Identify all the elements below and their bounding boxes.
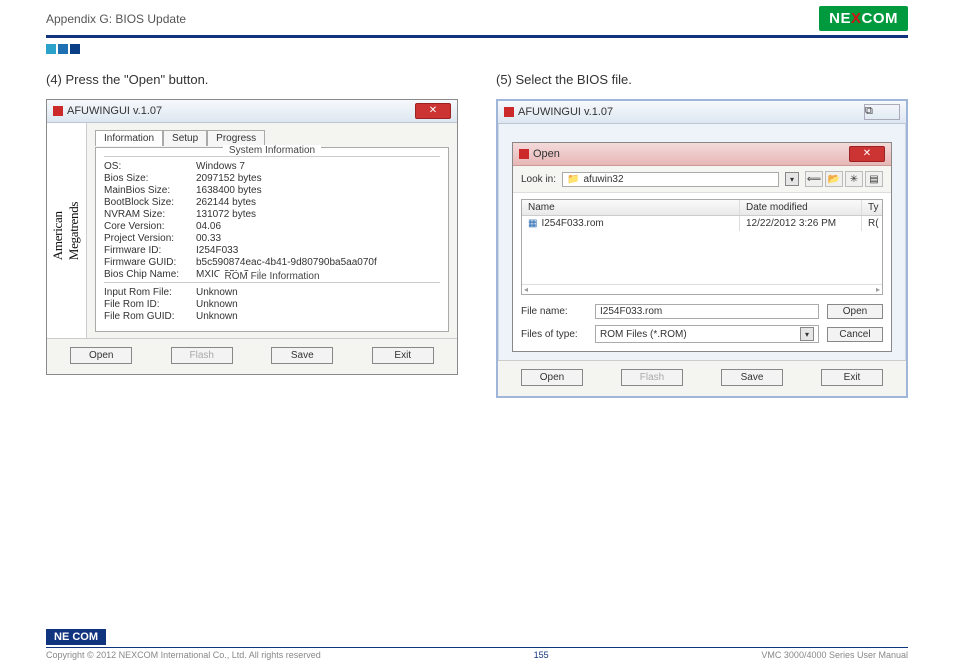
row-file-rom-id: File Rom ID:Unknown xyxy=(104,299,440,310)
save-button[interactable]: Save xyxy=(271,347,333,364)
afuwingui-window-bg: AFUWINGUI v.1.07 ⧉ Open ✕ Look in: xyxy=(496,99,908,398)
exit-button[interactable]: Exit xyxy=(372,347,434,364)
file-list: Name Date modified Ty ▦ I254F033.rom 12/2… xyxy=(521,199,883,295)
logo-post: COM xyxy=(862,10,899,27)
exit-button[interactable]: Exit xyxy=(821,369,883,386)
page-header: Appendix G: BIOS Update NEXCOM xyxy=(0,0,954,35)
nexcom-logo: NEXCOM xyxy=(819,6,908,31)
open-button[interactable]: Open xyxy=(827,304,883,319)
row-nvram: NVRAM Size:131072 bytes xyxy=(104,209,440,220)
app-icon xyxy=(519,149,529,159)
filetype-label: Files of type: xyxy=(521,329,587,340)
afuwingui-window: AFUWINGUI v.1.07 ✕ AmericanMegatrends In… xyxy=(46,99,458,375)
row-bootblock: BootBlock Size:262144 bytes xyxy=(104,197,440,208)
cancel-button[interactable]: Cancel xyxy=(827,327,883,342)
step-5-text: (5) Select the BIOS file. xyxy=(496,72,908,87)
open-dialog-title: Open xyxy=(533,148,560,160)
titlebar: AFUWINGUI v.1.07 ✕ xyxy=(47,100,457,123)
row-proj-ver: Project Version:00.33 xyxy=(104,233,440,244)
row-os: OS:Windows 7 xyxy=(104,161,440,172)
row-input-rom: Input Rom File:Unknown xyxy=(104,287,440,298)
window-title: AFUWINGUI v.1.07 xyxy=(67,105,162,117)
step-4-text: (4) Press the "Open" button. xyxy=(46,72,458,87)
lookin-row: Look in: 📁 afuwin32 ▾ ⟸ 📂 ✳ ▤ xyxy=(513,166,891,193)
filename-input[interactable]: I254F033.rom xyxy=(595,304,819,319)
tab-strip: Information Setup Progress xyxy=(95,129,449,145)
open-button[interactable]: Open xyxy=(70,347,132,364)
close-icon[interactable]: ✕ xyxy=(415,103,451,119)
content: (4) Press the "Open" button. AFUWINGUI v… xyxy=(0,54,954,398)
toolbar-icons: ⟸ 📂 ✳ ▤ xyxy=(805,171,883,187)
back-icon[interactable]: ⟸ xyxy=(805,171,823,187)
col-name[interactable]: Name xyxy=(522,200,740,215)
row-firmware-id: Firmware ID:I254F033 xyxy=(104,245,440,256)
file-name: I254F033.rom xyxy=(541,218,603,229)
manual-name: VMC 3000/4000 Series User Manual xyxy=(761,650,908,660)
save-button[interactable]: Save xyxy=(721,369,783,386)
button-row-bg: Open Flash Save Exit xyxy=(498,360,906,396)
tab-setup[interactable]: Setup xyxy=(163,130,207,146)
app-icon xyxy=(53,106,63,116)
file-date: 12/22/2012 3:26 PM xyxy=(740,216,862,231)
group-rominfo: ROM File Information xyxy=(104,282,440,283)
lookin-select[interactable]: 📁 afuwin32 xyxy=(562,172,779,187)
left-column: (4) Press the "Open" button. AFUWINGUI v… xyxy=(46,72,458,398)
views-icon[interactable]: ▤ xyxy=(865,171,883,187)
filename-row: File name: I254F033.rom Open xyxy=(513,301,891,322)
window-title: AFUWINGUI v.1.07 xyxy=(518,106,613,118)
footer-logo: NE COM xyxy=(46,629,106,645)
tab-information[interactable]: Information xyxy=(95,130,163,146)
col-type[interactable]: Ty xyxy=(862,200,882,215)
row-file-rom-guid: File Rom GUID:Unknown xyxy=(104,311,440,322)
filetype-row: Files of type: ROM Files (*.ROM) ▾ Cance… xyxy=(513,322,891,351)
open-dialog-titlebar: Open ✕ xyxy=(513,143,891,166)
up-folder-icon[interactable]: 📂 xyxy=(825,171,843,187)
row-firmware-guid: Firmware GUID:b5c590874eac-4b41-9d80790b… xyxy=(104,257,440,268)
window-control[interactable]: ⧉ xyxy=(864,104,900,120)
filename-label: File name: xyxy=(521,306,587,317)
page-number: 155 xyxy=(534,650,549,660)
logo-mid: X xyxy=(851,10,862,27)
copyright: Copyright © 2012 NEXCOM International Co… xyxy=(46,650,321,660)
file-list-header: Name Date modified Ty xyxy=(522,200,882,216)
right-column: (5) Select the BIOS file. AFUWINGUI v.1.… xyxy=(496,72,908,398)
row-mainbios: MainBios Size:1638400 bytes xyxy=(104,185,440,196)
chevron-down-icon[interactable]: ▾ xyxy=(800,327,814,341)
flash-button[interactable]: Flash xyxy=(171,347,233,364)
logo-pre: NE xyxy=(829,10,851,27)
file-row[interactable]: ▦ I254F033.rom 12/22/2012 3:26 PM R( xyxy=(522,216,882,231)
header-rule xyxy=(46,35,908,38)
open-button[interactable]: Open xyxy=(521,369,583,386)
flash-button[interactable]: Flash xyxy=(621,369,683,386)
open-dialog: Open ✕ Look in: 📁 afuwin32 ▾ ⟸ � xyxy=(512,142,892,352)
lookin-label: Look in: xyxy=(521,174,556,185)
info-panel: System Information OS:Windows 7 Bios Siz… xyxy=(95,147,449,332)
row-core-ver: Core Version:04.06 xyxy=(104,221,440,232)
decor-squares xyxy=(46,44,954,54)
file-icon: ▦ xyxy=(528,218,537,229)
page-footer: NE COM Copyright © 2012 NEXCOM Internati… xyxy=(46,629,908,660)
tab-progress[interactable]: Progress xyxy=(207,130,265,146)
filetype-select[interactable]: ROM Files (*.ROM) ▾ xyxy=(595,325,819,343)
folder-icon: 📁 xyxy=(567,174,579,185)
close-icon[interactable]: ✕ xyxy=(849,146,885,162)
row-bios-size: Bios Size:2097152 bytes xyxy=(104,173,440,184)
app-icon xyxy=(504,107,514,117)
file-list-body[interactable]: ▦ I254F033.rom 12/22/2012 3:26 PM R( xyxy=(522,216,882,284)
button-row: Open Flash Save Exit xyxy=(47,338,457,374)
ami-sidebar-logo: AmericanMegatrends xyxy=(47,123,87,338)
chevron-down-icon[interactable]: ▾ xyxy=(785,172,799,186)
appendix-title: Appendix G: BIOS Update xyxy=(46,12,186,26)
lookin-folder: afuwin32 xyxy=(583,174,623,185)
scrollbar[interactable]: ◂▸ xyxy=(522,284,882,294)
group-sysinfo: System Information xyxy=(104,156,440,157)
new-folder-icon[interactable]: ✳ xyxy=(845,171,863,187)
titlebar: AFUWINGUI v.1.07 ⧉ xyxy=(498,101,906,124)
col-date[interactable]: Date modified xyxy=(740,200,862,215)
file-type: R( xyxy=(862,216,882,231)
